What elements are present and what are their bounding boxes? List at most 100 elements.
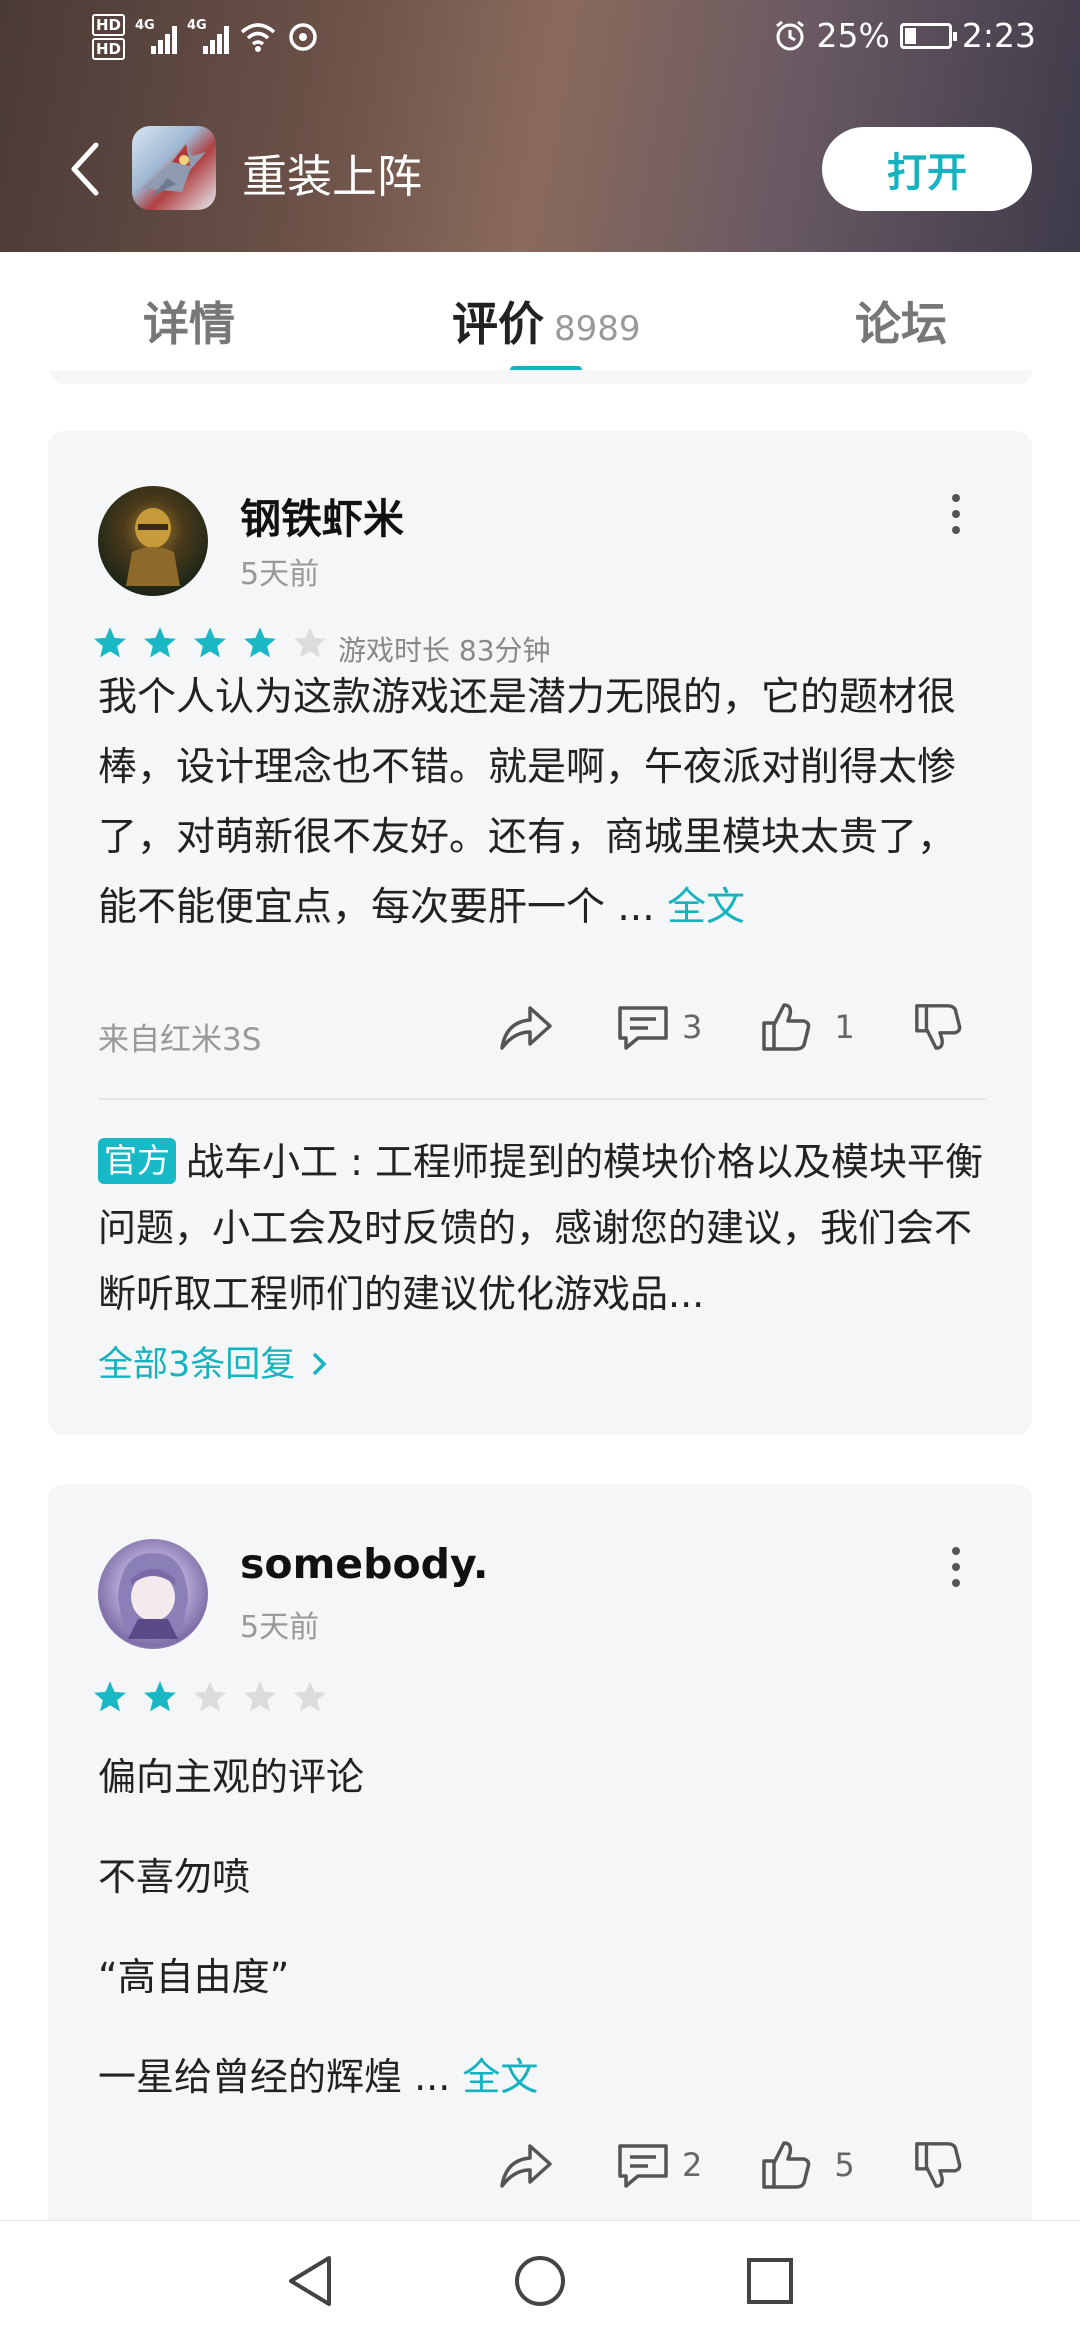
more-vert-icon-dot [952,1547,960,1555]
star-filled-icon [144,627,176,658]
battery-icon [899,22,957,49]
star-rating [92,1679,328,1715]
all-replies-label: 全部3条回复 [98,1345,296,1385]
all-replies-link[interactable]: 全部3条回复 [98,1336,328,1387]
comment-count: 2 [682,2146,703,2184]
review-actions: 2 5 [498,2139,963,2191]
review-time: 5天前 [240,557,320,592]
review-body[interactable]: 我个人认为这款游戏还是潜力无限的，它的题材很棒，设计理念也不错。就是啊，午夜派对… [98,663,988,943]
share-icon [500,1006,552,1050]
comment-button[interactable]: 2 [616,2140,702,2190]
share-button[interactable] [498,2140,554,2190]
status-bar: HD HD 4G 4G 25% 2:23 [0,0,1080,84]
nav-back-button[interactable] [280,2251,340,2311]
device-source: 来自红米3S [98,1022,262,1058]
tab-reviews[interactable]: 评价 8989 [452,288,641,354]
nav-home-button[interactable] [510,2251,570,2311]
tab-reviews-count: 8989 [554,309,641,349]
review-card: 钢铁虾米 5天前 游戏时长 83分钟 我个人认为这款游戏还是潜力无限的，它的题材… [48,431,1032,1435]
hd-indicators: HD HD [92,14,126,60]
star-rating [92,625,328,661]
alarm-icon [775,20,804,50]
star-filled-icon [194,627,226,658]
tab-forum-label: 论坛 [855,297,947,351]
reply-text: 战车小工 : 工程师提到的模块价格以及模块平衡问题，小工会及时反馈的，感谢您的建… [98,1140,983,1316]
nav-recents-icon [747,2258,793,2304]
star-empty-icon [194,1681,226,1712]
open-button[interactable]: 打开 [822,127,1032,211]
tab-details-label: 详情 [143,297,235,351]
like-button[interactable]: 5 [760,2139,855,2191]
status-bar-left: HD HD 4G 4G [92,14,319,60]
comment-icon [618,2144,668,2188]
system-nav-bar [0,2220,1080,2340]
status-bar-right: 25% 2:23 [773,16,1036,55]
dislike-button[interactable] [913,2140,963,2190]
review-last-line[interactable]: 一星给曾经的辉煌 ... 全文 [98,2046,538,2101]
wifi-icon [240,23,276,52]
username[interactable]: somebody. [240,1540,489,1588]
expand-full-text-link[interactable]: 全文 [462,2055,538,2099]
more-vert-icon-dot [952,1563,960,1571]
divider [98,1098,986,1100]
like-count: 5 [834,2146,855,2184]
nav-back-icon [289,2256,331,2306]
review-card: somebody. 5天前 偏向主观的评论 不喜勿喷 “高自由度” 一星给曾经的… [48,1484,1032,2284]
share-button[interactable] [498,1002,554,1052]
app-icon [132,126,216,210]
comment-icon [618,1006,668,1050]
nav-recents-button[interactable] [740,2251,800,2311]
tab-details[interactable]: 详情 [143,288,235,354]
like-button[interactable]: 1 [760,1001,855,1053]
tab-reviews-label: 评价 [452,297,544,351]
more-vert-icon-dot [952,494,960,502]
more-vert-icon-dot [952,526,960,534]
star-filled-icon [144,1681,176,1712]
dislike-button[interactable] [913,1002,963,1052]
star-empty-icon [294,1681,326,1712]
review-line: 不喜勿喷 [98,1855,251,1899]
more-vert-icon-dot [952,510,960,518]
expand-full-text-link[interactable]: 全文 [667,885,745,930]
previous-card-edge [50,370,1032,384]
review-line: “高自由度” [98,1955,290,1999]
more-options-button[interactable] [936,484,976,544]
tab-forum[interactable]: 论坛 [855,288,947,354]
username[interactable]: 钢铁虾米 [240,485,404,545]
avatar[interactable] [98,486,208,596]
sync-icon [289,23,317,51]
star-filled-icon [94,1681,126,1712]
mech-illustration [142,144,206,196]
signal-icon-1: 4G [135,18,178,54]
app-header: HD HD 4G 4G 25% 2:23 重装上阵 打开 [0,0,1080,252]
official-reply[interactable]: 官方 战车小工 : 工程师提到的模块价格以及模块平衡问题，小工会及时反馈的，感谢您… [98,1129,988,1327]
back-button[interactable] [60,134,110,204]
star-filled-icon [244,627,276,658]
star-filled-icon [94,627,126,658]
avatar[interactable] [98,1539,208,1649]
review-actions: 3 1 [498,1001,963,1053]
comment-count: 3 [682,1008,703,1046]
signal-icon-2: 4G [187,18,230,54]
network-type-2: 4G [187,18,207,33]
avatar-image [126,508,180,586]
hd-badge-1: HD [92,14,126,36]
avatar-image [118,1553,188,1639]
hd-badge-2: HD [92,38,126,60]
thumb-up-icon [762,2141,811,2189]
star-empty-icon [244,1681,276,1712]
clock: 2:23 [961,16,1036,55]
star-empty-icon [294,627,326,658]
thumb-up-icon [762,1003,811,1051]
comment-button[interactable]: 3 [616,1002,702,1052]
app-title: 重装上阵 [242,150,423,203]
share-icon [500,2144,552,2188]
official-badge: 官方 [98,1138,176,1184]
back-arrow-icon [71,142,99,196]
review-text: 我个人认为这款游戏还是潜力无限的，它的题材很棒，设计理念也不错。就是啊，午夜派对… [98,675,957,930]
review-time: 5天前 [240,1610,320,1645]
nav-home-icon [515,2256,565,2306]
more-options-button[interactable] [936,1537,976,1597]
review-line: 偏向主观的评论 [98,1755,365,1799]
more-vert-icon-dot [952,1579,960,1587]
